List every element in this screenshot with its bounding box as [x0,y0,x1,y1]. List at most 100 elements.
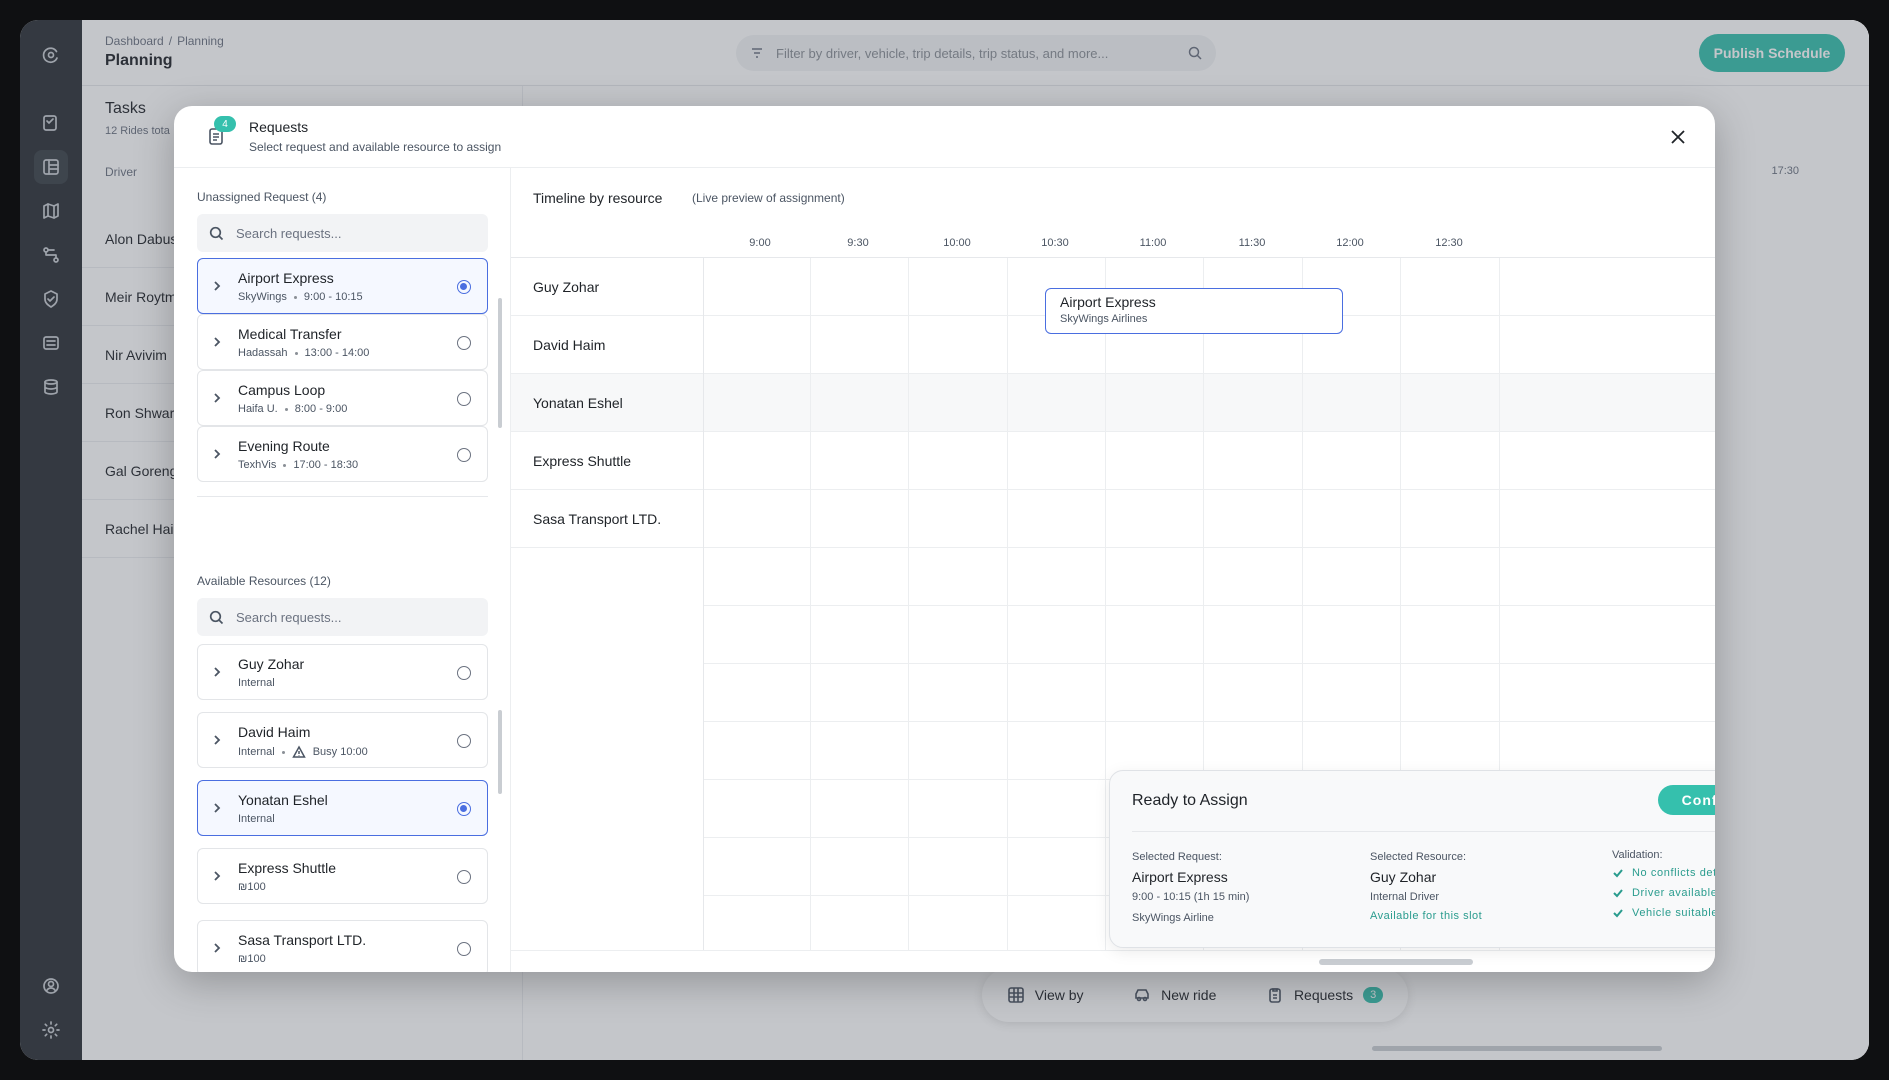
ready-to-assign-panel: Ready to Assign Confirm Selected Request… [1109,770,1715,948]
request-card[interactable]: Airport Express SkyWings 9:00 - 10:15 [197,258,488,314]
validation-item: Vehicle suitable [1612,907,1715,919]
resource-card[interactable]: Guy Zohar Internal [197,644,488,700]
resource-card[interactable]: Express Shuttle ₪100 [197,848,488,904]
request-org: TexhVis [238,459,277,471]
resource-meta: ₪100 [238,881,266,893]
validation-label: Validation: [1612,849,1663,861]
check-icon [1613,909,1623,918]
resource-radio[interactable] [457,734,471,748]
chevron-right-icon[interactable] [210,869,224,883]
resource-name: Sasa Transport LTD. [238,932,367,948]
grid-line [1007,258,1008,958]
chevron-right-icon[interactable] [210,279,224,293]
resource-radio[interactable] [457,666,471,680]
empty-row [703,606,1715,664]
resource-card[interactable]: Sasa Transport LTD. ₪100 [197,920,488,972]
resource-row-label: Sasa Transport LTD. [533,511,662,527]
chevron-right-icon[interactable] [210,447,224,461]
request-time: 9:00 - 10:15 [303,291,363,303]
selected-resource-status: Available for this slot [1370,910,1483,922]
requests-scrollbar[interactable] [498,298,502,428]
time-tick: 10:30 [1041,237,1069,249]
block-title: Airport Express [1060,294,1156,310]
validation-item: Driver available [1612,887,1715,899]
confirm-button[interactable]: Confirm [1658,785,1715,815]
selected-resource-name: Guy Zohar [1370,869,1437,885]
separator-dot [284,407,288,411]
request-search-input[interactable]: Search requests... [197,214,488,252]
chevron-right-icon[interactable] [210,665,224,679]
resource-row-label: David Haim [533,337,606,353]
request-time: 8:00 - 9:00 [294,403,348,415]
label-column-divider [703,258,704,958]
request-card[interactable]: Medical Transfer Hadassah 13:00 - 14:00 [197,314,488,370]
selected-request-info: Selected Request: Airport Express 9:00 -… [1132,851,1249,924]
resource-type: Internal [238,677,275,689]
resource-search-input[interactable]: Search requests... [197,598,488,636]
selected-resource-label: Selected Resource: [1370,851,1466,863]
chevron-right-icon[interactable] [210,801,224,815]
validation-text: Driver available [1632,887,1715,899]
resource-radio[interactable] [457,802,471,816]
resources-title: Available Resources (12) [197,574,331,588]
chevron-right-icon[interactable] [210,391,224,405]
scrollbar-thumb[interactable] [1319,959,1473,965]
timeline-title: Timeline by resource [533,190,663,206]
resource-type: Internal [238,746,275,758]
search-icon [209,226,224,240]
resource-name: Express Shuttle [238,860,337,876]
request-card[interactable]: Evening Route TexhVis 17:00 - 18:30 [197,426,488,482]
resource-radio[interactable] [457,870,471,884]
request-time: 13:00 - 14:00 [304,347,370,359]
modal-subtitle: Select request and available resource to… [249,140,502,154]
assign-title: Ready to Assign [1132,792,1248,809]
separator-dot [283,463,287,467]
resource-radio[interactable] [457,942,471,956]
time-tick: 9:00 [749,237,771,249]
resource-row: Sasa Transport LTD. [511,490,1715,548]
chevron-right-icon[interactable] [210,941,224,955]
selected-request-org: SkyWings Airline [1132,912,1214,924]
request-org: Hadassah [238,347,288,359]
resource-name: Guy Zohar [238,656,305,672]
request-radio[interactable] [457,448,471,462]
resource-meta: Internal Busy 10:00 [238,745,368,759]
chevron-right-icon[interactable] [210,733,224,747]
resources-scrollbar[interactable] [498,710,502,794]
request-radio[interactable] [457,336,471,350]
time-tick: 12:30 [1435,237,1463,249]
resource-name: David Haim [238,724,311,740]
resource-row: Express Shuttle [511,432,1715,490]
check-icon [1613,869,1623,878]
resource-row-label: Guy Zohar [533,279,600,295]
warning-icon [291,745,306,758]
resource-card[interactable]: Yonatan Eshel Internal [197,780,488,836]
request-meta: Haifa U. 8:00 - 9:00 [238,403,347,415]
validation-item: No conflicts detected [1612,867,1715,879]
check-icon [1613,889,1623,898]
separator-dot [294,351,298,355]
divider [197,496,488,497]
request-meta: TexhVis 17:00 - 18:30 [238,459,358,471]
requests-modal: 4 Requests Select request and available … [174,106,1715,972]
timeline-scrollbar [511,950,1715,972]
selected-request-label: Selected Request: [1132,851,1222,863]
resource-note: Busy 10:00 [312,746,368,758]
resource-meta: ₪100 [238,953,266,965]
request-name: Medical Transfer [238,326,342,342]
validation-text: Vehicle suitable [1632,907,1715,919]
resource-card[interactable]: David Haim Internal Busy 10:00 [197,712,488,768]
assignment-preview-block[interactable]: Airport Express SkyWings Airlines [1045,288,1343,334]
request-name: Campus Loop [238,382,326,398]
resource-type: Internal [238,813,275,825]
request-meta: SkyWings 9:00 - 10:15 [238,291,363,303]
request-card[interactable]: Campus Loop Haifa U. 8:00 - 9:00 [197,370,488,426]
timeline-header: 9:00 9:30 10:00 10:30 11:00 11:30 12:00 … [511,218,1715,258]
request-name: Airport Express [238,270,334,286]
modal-header: 4 Requests Select request and available … [174,106,1715,168]
chevron-right-icon[interactable] [210,335,224,349]
requests-count-badge: 4 [214,116,236,132]
close-icon[interactable] [1667,126,1689,148]
request-radio[interactable] [457,280,471,294]
request-radio[interactable] [457,392,471,406]
